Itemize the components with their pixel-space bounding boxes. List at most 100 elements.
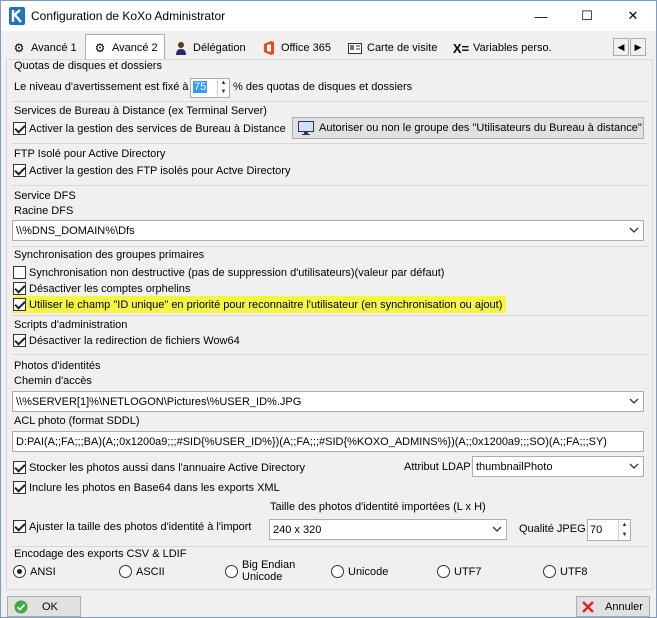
maximize-button[interactable]: ☐ (564, 1, 610, 31)
koxo-logo-icon (9, 7, 25, 25)
rds-group-permission-button[interactable]: Autoriser ou non le groupe des "Utilisat… (292, 117, 644, 139)
photos-resize-checkbox[interactable]: Ajuster la taille des photos d'identité … (13, 520, 252, 533)
radio-circle (437, 565, 450, 578)
button-label: Autoriser ou non le groupe des "Utilisat… (319, 122, 642, 134)
encoding-utf7-radio[interactable]: UTF7 (437, 565, 482, 578)
checkbox-box (13, 122, 26, 135)
quotas-suffix-label: % des quotas de disques et dossiers (233, 81, 413, 93)
tab-label: Avancé 1 (31, 42, 77, 54)
checkbox-box (13, 164, 26, 177)
photos-acl-input[interactable]: D:PAI(A;;FA;;;BA)(A;;0x1200a9;;;#SID{%US… (12, 431, 644, 452)
spin-down-icon[interactable]: ▼ (619, 530, 630, 540)
radio-circle (543, 565, 556, 578)
combobox-value: 240 x 320 (273, 523, 322, 536)
photos-path-label: Chemin d'accès (14, 375, 92, 387)
tab-scroll-left-button[interactable]: ◀ (613, 38, 629, 56)
checkbox-label: Activer la gestion des FTP isolés pour A… (29, 164, 291, 177)
checkbox-label: Utiliser le champ "ID unique" en priorit… (29, 298, 503, 311)
input-value: D:PAI(A;;FA;;;BA)(A;;0x1200a9;;;#SID{%US… (16, 435, 607, 448)
scripts-wow64-checkbox[interactable]: Désactiver la redirection de fichiers Wo… (13, 334, 240, 347)
checkbox-box (13, 520, 26, 533)
spinner-buttons: ▲ ▼ (618, 520, 630, 540)
cancel-button[interactable]: Annuler (576, 596, 650, 617)
check-icon (14, 600, 28, 613)
sync-disable-orphans-checkbox[interactable]: Désactiver les comptes orphelins (13, 282, 190, 295)
checkbox-box (13, 334, 26, 347)
checkbox-label: Désactiver la redirection de fichiers Wo… (29, 334, 240, 347)
variable-icon: X= (452, 40, 470, 56)
tab-carte-de-visite[interactable]: Carte de visite (341, 37, 443, 59)
photos-group-title: Photos d'identités (14, 360, 101, 372)
window-title: Configuration de KoXo Administrator (31, 9, 226, 23)
rds-group-title: Services de Bureau à Distance (ex Termin… (14, 105, 267, 117)
photos-acl-label: ACL photo (format SDDL) (14, 415, 140, 427)
minimize-button[interactable]: — (518, 1, 564, 31)
photos-ldap-combobox[interactable]: thumbnailPhoto (472, 456, 644, 477)
encoding-unicode-radio[interactable]: Unicode (331, 565, 388, 578)
tab-office-365[interactable]: Office 365 (255, 37, 337, 59)
dfs-root-combobox[interactable]: \\%DNS_DOMAIN%\Dfs (12, 220, 644, 241)
spin-up-icon[interactable]: ▲ (218, 79, 229, 88)
gear-icon: ⚙ (13, 41, 25, 55)
remote-desktop-icon (298, 121, 314, 135)
spin-down-icon[interactable]: ▼ (218, 88, 229, 97)
sync-group-title: Synchronisation des groupes primaires (14, 249, 205, 261)
encoding-group-title: Encodage des exports CSV & LDIF (14, 548, 187, 560)
radio-circle (225, 564, 238, 578)
quotas-prefix-label: Le niveau d'avertissement est fixé à (14, 81, 189, 93)
encoding-ascii-radio[interactable]: ASCII (119, 565, 165, 578)
photos-store-ad-checkbox[interactable]: Stocker les photos aussi dans l'annuaire… (13, 461, 305, 474)
checkbox-label: Stocker les photos aussi dans l'annuaire… (29, 461, 306, 474)
dfs-group-title: Service DFS (14, 190, 76, 202)
photos-size-label: Taille des photos d'identité importées (… (270, 501, 486, 513)
encoding-big-endian-unicode-radio[interactable]: Big Endian Unicode (225, 559, 295, 583)
dfs-root-label: Racine DFS (14, 205, 74, 217)
close-icon (582, 600, 594, 613)
quotas-threshold-value: 75 (193, 81, 208, 93)
checkbox-label: Ajuster la taille des photos d'identité … (29, 520, 252, 533)
sync-unique-id-checkbox[interactable]: Utiliser le champ "ID unique" en priorit… (13, 296, 507, 313)
checkbox-box (13, 481, 26, 494)
tab-panel-avance-2: Quotas de disques et dossiers Le niveau … (6, 59, 653, 590)
tab-scroll-right-button[interactable]: ▶ (630, 38, 646, 56)
tab-label: Office 365 (281, 42, 331, 54)
title-bar: Configuration de KoXo Administrator — ☐ … (1, 1, 656, 31)
encoding-ansi-radio[interactable]: ANSI (13, 565, 56, 578)
photos-base64-checkbox[interactable]: Inclure les photos en Base64 dans les ex… (13, 481, 280, 494)
separator (12, 143, 648, 144)
close-button[interactable]: ✕ (610, 1, 656, 31)
checkbox-box (13, 266, 26, 279)
photos-path-combobox[interactable]: \\%SERVER[1]%\NETLOGON\Pictures\%USER_ID… (12, 391, 644, 412)
spin-up-icon[interactable]: ▲ (619, 520, 630, 530)
checkbox-label: Synchronisation non destructive (pas de … (29, 266, 445, 279)
office-icon (261, 40, 277, 56)
button-label: Annuler (605, 600, 643, 613)
quotas-threshold-spinner[interactable]: 75 ▲ ▼ (190, 78, 230, 98)
tab-bar: ⚙ Avancé 1 ⚙ Avancé 2 Délégation Office … (1, 34, 656, 60)
combobox-value: \\%SERVER[1]%\NETLOGON\Pictures\%USER_ID… (16, 395, 302, 408)
photos-quality-label: Qualité JPEG (519, 523, 586, 535)
chevron-down-icon (629, 398, 639, 404)
radio-circle (331, 565, 344, 578)
ok-button[interactable]: OK (7, 596, 81, 617)
photos-size-combobox[interactable]: 240 x 320 (269, 519, 507, 540)
separator (12, 246, 648, 247)
radio-circle (119, 565, 132, 578)
encoding-utf8-radio[interactable]: UTF8 (543, 565, 588, 578)
card-icon (347, 40, 363, 56)
tab-variables-perso[interactable]: X= Variables perso. (447, 37, 558, 59)
radio-circle (13, 565, 26, 578)
tab-delegation[interactable]: Délégation (167, 37, 252, 59)
photos-quality-spinner[interactable]: 70 ▲ ▼ (587, 519, 631, 541)
ftp-enable-checkbox[interactable]: Activer la gestion des FTP isolés pour A… (13, 164, 290, 177)
tab-avance-1[interactable]: ⚙ Avancé 1 (5, 37, 83, 59)
rds-enable-checkbox[interactable]: Activer la gestion des services de Burea… (13, 122, 286, 135)
separator (12, 185, 648, 186)
tab-avance-2[interactable]: ⚙ Avancé 2 (85, 34, 165, 60)
tab-label: Avancé 2 (112, 41, 158, 54)
radio-label: ASCII (136, 565, 165, 578)
button-label: OK (42, 600, 58, 613)
person-icon (173, 40, 189, 56)
combobox-value: \\%DNS_DOMAIN%\Dfs (16, 224, 135, 237)
sync-non-destructive-checkbox[interactable]: Synchronisation non destructive (pas de … (13, 266, 444, 279)
